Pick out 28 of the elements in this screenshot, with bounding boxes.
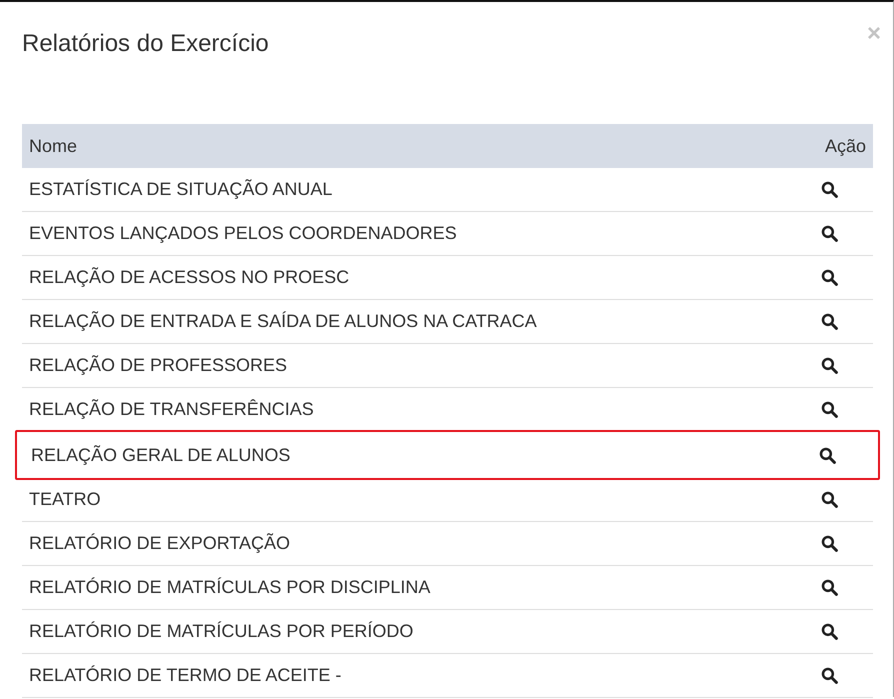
search-icon[interactable] xyxy=(821,401,838,418)
dialog-title: Relatórios do Exercício xyxy=(22,30,269,58)
search-icon[interactable] xyxy=(821,535,838,552)
report-name: RELATÓRIO DE MATRÍCULAS POR PERÍODO xyxy=(29,621,414,642)
close-button[interactable]: × xyxy=(866,22,881,46)
report-name: RELAÇÃO DE ENTRADA E SAÍDA DE ALUNOS NA CATRACA xyxy=(29,311,537,332)
column-header: Ação xyxy=(824,136,866,156)
search-icon[interactable] xyxy=(821,579,838,596)
search-icon[interactable] xyxy=(821,181,838,198)
report-name: RELATÓRIO DE TERMO DE ACEITE - xyxy=(29,665,342,686)
report-name: EVENTOS LANÇADOS PELOS COORDENADORES xyxy=(29,223,457,244)
report-name: RELATÓRIO DE EXPORTAÇÃO xyxy=(29,533,290,554)
report-name: ESTATÍSTICA DE SITUAÇÃO ANUAL xyxy=(29,179,332,200)
report-name: RELAÇÃO DE PROFESSORES xyxy=(29,355,288,376)
column-header: Nome xyxy=(29,136,78,156)
search-icon[interactable] xyxy=(821,667,838,684)
search-icon[interactable] xyxy=(821,491,838,508)
report-name: RELAÇÃO DE ACESSOS NO PROESC xyxy=(29,267,350,288)
report-name: TEATRO xyxy=(29,489,101,510)
search-icon[interactable] xyxy=(821,225,838,242)
search-icon[interactable] xyxy=(821,357,838,374)
search-icon[interactable] xyxy=(821,269,838,286)
report-name: RELAÇÃO GERAL DE ALUNOS xyxy=(31,444,290,466)
report-name: RELAÇÃO DE TRANSFERÊNCIAS xyxy=(29,399,314,420)
search-icon[interactable] xyxy=(821,313,838,330)
report-name: RELATÓRIO DE MATRÍCULAS POR DISCIPLINA xyxy=(29,577,430,598)
search-icon[interactable] xyxy=(819,446,836,464)
search-icon[interactable] xyxy=(821,623,838,640)
